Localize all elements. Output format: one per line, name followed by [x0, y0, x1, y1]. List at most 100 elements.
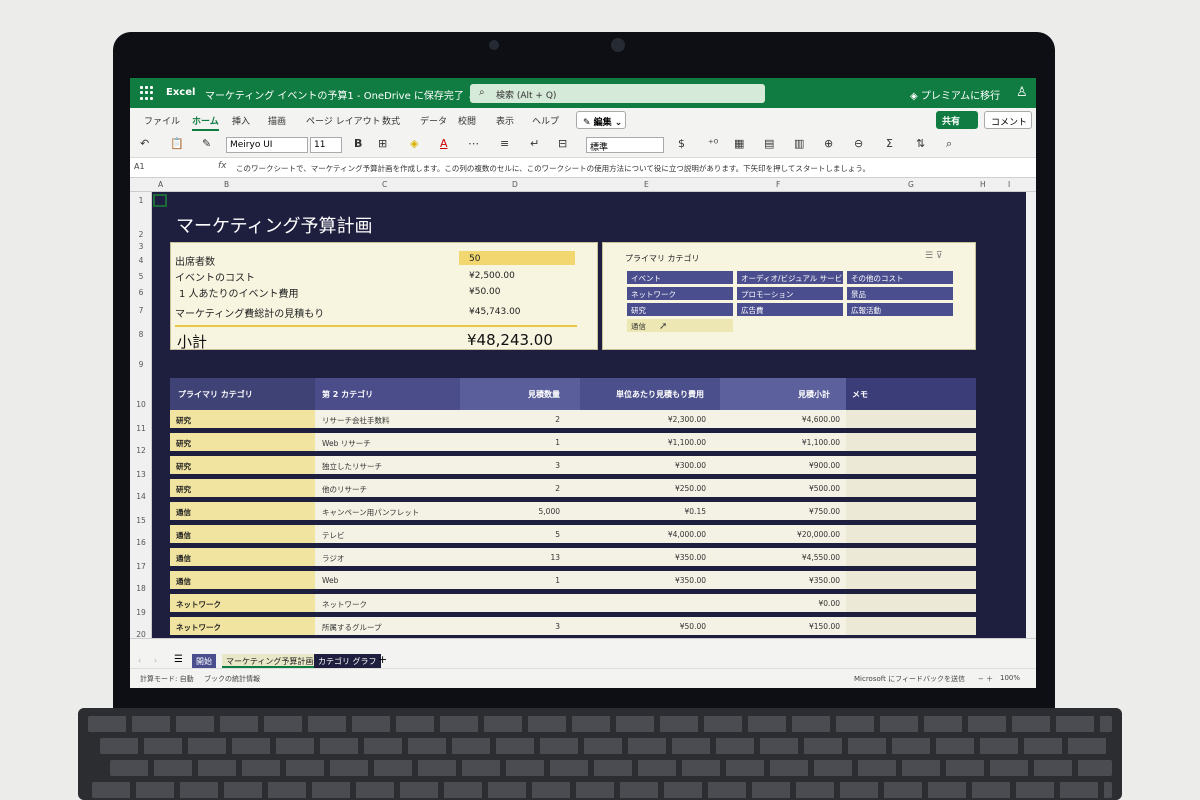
sheet-tab-start[interactable]: 開始	[192, 654, 216, 668]
unit-cost-cell[interactable]: ¥50.00	[680, 622, 706, 631]
primary-category-cell[interactable]: 通信	[176, 576, 191, 587]
unit-cost-cell[interactable]: ¥300.00	[675, 461, 706, 470]
row-header[interactable]: 15	[130, 516, 152, 525]
delete-cells-icon[interactable]: ⊖	[854, 137, 863, 150]
slicer-item-pr[interactable]: 広報活動	[847, 303, 953, 316]
secondary-category-cell[interactable]: ラジオ	[322, 553, 344, 564]
fill-color-icon[interactable]: ◈	[410, 137, 418, 150]
subtotal-cell[interactable]: ¥0.00	[819, 599, 840, 608]
secondary-category-cell[interactable]: 所属するグループ	[322, 622, 382, 633]
quantity-cell[interactable]: 3	[555, 622, 560, 631]
quantity-cell[interactable]: 5	[555, 530, 560, 539]
memo-cell[interactable]	[846, 571, 976, 589]
slicer-item-network[interactable]: ネットワーク	[627, 287, 733, 300]
conditional-format-icon[interactable]: ▦	[734, 137, 744, 150]
table-row[interactable]: ネットワーク ネットワーク ¥0.00	[170, 594, 976, 614]
secondary-category-cell[interactable]: リサーチ会社手数料	[322, 415, 390, 426]
calc-mode[interactable]: 計算モード: 自動	[140, 674, 194, 684]
header-memo[interactable]: メモ	[852, 389, 868, 400]
search-input[interactable]: ⌕ 検索 (Alt + Q)	[470, 84, 765, 103]
zoom-slider[interactable]: − ＋	[978, 674, 993, 684]
merge-icon[interactable]: ⊟	[558, 137, 567, 150]
unit-cost-cell[interactable]: ¥1,100.00	[668, 438, 706, 447]
table-row[interactable]: 研究 Web リサーチ 1 ¥1,100.00 ¥1,100.00	[170, 433, 976, 453]
subtotal-value[interactable]: ¥48,243.00	[467, 331, 553, 349]
column-header[interactable]: F	[776, 180, 780, 189]
column-header[interactable]: D	[512, 180, 518, 189]
editing-mode-button[interactable]: ✎ 編集 ⌄	[576, 111, 626, 129]
selected-cell-a1[interactable]	[153, 194, 167, 207]
unit-cost-cell[interactable]: ¥350.00	[675, 576, 706, 585]
column-header[interactable]: I	[1008, 180, 1010, 189]
zoom-level[interactable]: 100%	[1000, 674, 1020, 682]
unit-cost-cell[interactable]: ¥0.15	[685, 507, 706, 516]
row-header[interactable]: 6	[130, 288, 152, 297]
quantity-cell[interactable]: 1	[555, 576, 560, 585]
slicer-item-event[interactable]: イベント	[627, 271, 733, 284]
format-painter-icon[interactable]: ✎	[202, 137, 211, 150]
row-header[interactable]: 2	[130, 230, 152, 239]
sheet-tab-chart[interactable]: カテゴリ グラフ	[314, 654, 381, 668]
table-row[interactable]: 研究 他のリサーチ 2 ¥250.00 ¥500.00	[170, 479, 976, 499]
column-header[interactable]: C	[382, 180, 387, 189]
sheet-tab-budget[interactable]: マーケティング予算計画	[222, 654, 318, 668]
subtotal-cell[interactable]: ¥500.00	[809, 484, 840, 493]
name-box[interactable]: A1	[134, 162, 145, 171]
secondary-category-cell[interactable]: 独立したリサーチ	[322, 461, 382, 472]
memo-cell[interactable]	[846, 433, 976, 451]
row-header[interactable]: 12	[130, 446, 152, 455]
slicer-item-communications[interactable]: 通信	[627, 319, 733, 332]
font-name-select[interactable]: Meiryo UI	[226, 137, 308, 153]
secondary-category-cell[interactable]: キャンペーン用パンフレット	[322, 507, 419, 518]
slicer-item-giveaways[interactable]: 景品	[847, 287, 953, 300]
add-sheet-icon[interactable]: +	[374, 651, 391, 666]
quantity-cell[interactable]: 2	[555, 415, 560, 424]
vertical-scrollbar[interactable]	[1026, 192, 1036, 638]
slicer-item-advertising[interactable]: 広告費	[737, 303, 843, 316]
unit-cost-cell[interactable]: ¥350.00	[675, 553, 706, 562]
primary-category-cell[interactable]: ネットワーク	[176, 599, 221, 610]
tab-insert[interactable]: 挿入	[232, 114, 250, 127]
secondary-category-cell[interactable]: ネットワーク	[322, 599, 367, 610]
slicer-item-research[interactable]: 研究	[627, 303, 733, 316]
comment-button[interactable]: コメント	[984, 111, 1032, 129]
sort-icon[interactable]: ⇅	[916, 137, 925, 150]
secondary-category-cell[interactable]: Web リサーチ	[322, 438, 371, 449]
table-row[interactable]: 研究 リサーチ会社手数料 2 ¥2,300.00 ¥4,600.00	[170, 410, 976, 430]
table-row[interactable]: 通信 Web 1 ¥350.00 ¥350.00	[170, 571, 976, 591]
undo-icon[interactable]: ↶	[140, 137, 149, 150]
subtotal-cell[interactable]: ¥150.00	[809, 622, 840, 631]
scroll-right-icon[interactable]: ›	[150, 654, 161, 668]
memo-cell[interactable]	[846, 617, 976, 635]
subtotal-cell[interactable]: ¥4,600.00	[802, 415, 840, 424]
unit-cost-cell[interactable]: ¥4,000.00	[668, 530, 706, 539]
slicer-item-other-costs[interactable]: その他のコスト	[847, 271, 953, 284]
feedback-link[interactable]: Microsoft にフィードバックを送信	[854, 674, 965, 684]
table-row[interactable]: 通信 ラジオ 13 ¥350.00 ¥4,550.00	[170, 548, 976, 568]
tab-help[interactable]: ヘルプ	[532, 114, 559, 127]
wrap-text-icon[interactable]: ↵	[530, 137, 539, 150]
row-header[interactable]: 9	[130, 360, 152, 369]
scroll-left-icon[interactable]: ‹	[134, 654, 145, 668]
row-header[interactable]: 14	[130, 492, 152, 501]
memo-cell[interactable]	[846, 548, 976, 566]
row-header[interactable]: 18	[130, 584, 152, 593]
secondary-category-cell[interactable]: 他のリサーチ	[322, 484, 367, 495]
row-header[interactable]: 13	[130, 470, 152, 479]
app-name[interactable]: Excel	[166, 87, 195, 98]
primary-category-cell[interactable]: ネットワーク	[176, 622, 221, 633]
number-format-select[interactable]: 標準	[586, 137, 664, 153]
memo-cell[interactable]	[846, 410, 976, 428]
header-subtotal[interactable]: 見積小計	[798, 389, 830, 400]
column-header[interactable]: G	[908, 180, 914, 189]
slicer-item-av-services[interactable]: オーディオ/ビジュアル サービス	[737, 271, 843, 284]
font-size-select[interactable]: 11	[310, 137, 342, 153]
font-color-icon[interactable]: A	[440, 137, 448, 150]
row-header[interactable]: 8	[130, 330, 152, 339]
row-header[interactable]: 10	[130, 400, 152, 409]
primary-category-cell[interactable]: 研究	[176, 484, 191, 495]
primary-category-cell[interactable]: 研究	[176, 415, 191, 426]
primary-category-cell[interactable]: 研究	[176, 438, 191, 449]
format-table-icon[interactable]: ▤	[764, 137, 774, 150]
row-header[interactable]: 19	[130, 608, 152, 617]
